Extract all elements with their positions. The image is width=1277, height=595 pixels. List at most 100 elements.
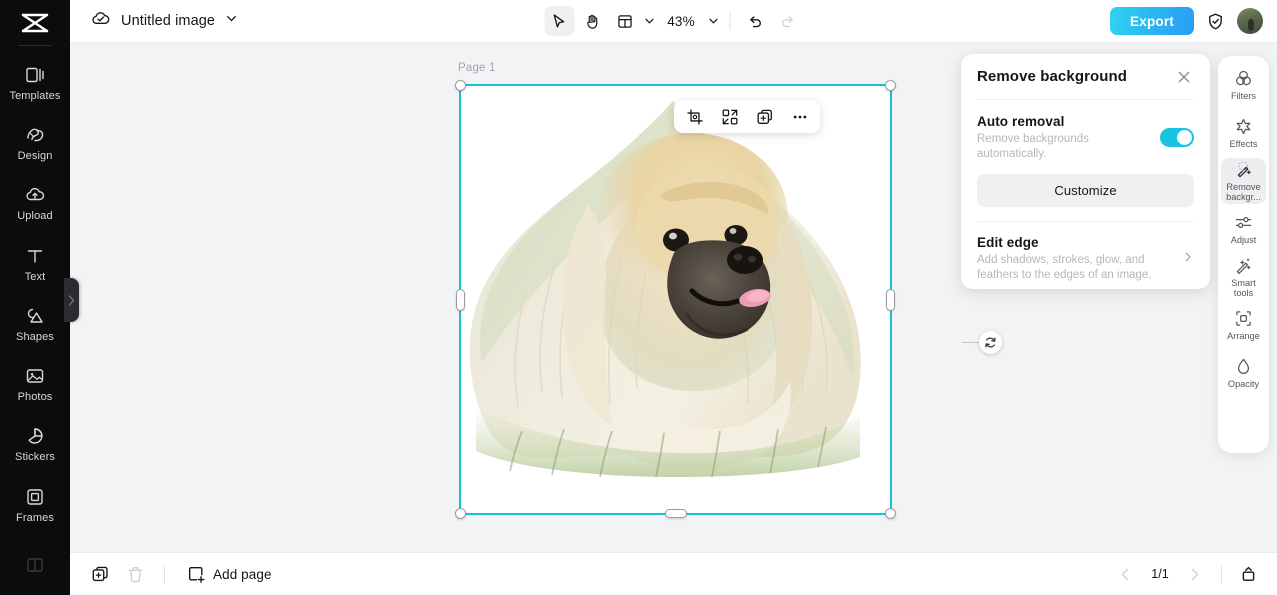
add-page-button[interactable]: Add page	[179, 560, 280, 589]
chevron-right-icon	[1182, 250, 1194, 268]
frames-icon	[24, 486, 46, 508]
next-page-button[interactable]	[1180, 560, 1209, 589]
rotate-icon	[985, 337, 996, 348]
redo-icon	[782, 15, 793, 27]
chevron-right-icon	[68, 294, 75, 306]
object-toolbar	[674, 100, 820, 133]
pages-panel-button[interactable]	[1234, 560, 1263, 589]
customize-button[interactable]: Customize	[977, 174, 1194, 207]
right-item-effects[interactable]: Effects	[1221, 110, 1266, 156]
document-title-group[interactable]: Untitled image	[90, 8, 238, 34]
sidebar-item-upload[interactable]: Upload	[0, 173, 70, 233]
dog-nose	[727, 246, 763, 274]
page-label: Page 1	[458, 62, 496, 74]
right-item-smart-tools[interactable]: Smart tools	[1221, 254, 1266, 300]
edit-edge-row[interactable]: Edit edge Add shadows, strokes, glow, an…	[977, 222, 1194, 283]
pages-panel-icon	[1242, 566, 1255, 581]
top-toolbar: Untitled image 43% Export	[70, 0, 1277, 43]
design-icon	[24, 124, 46, 146]
capcut-logo[interactable]	[13, 7, 57, 39]
user-avatar[interactable]	[1237, 8, 1263, 34]
resize-handle-top-left[interactable]	[455, 80, 466, 91]
crop-button[interactable]	[681, 103, 708, 130]
add-page-icon	[187, 565, 206, 584]
bottombar-right-group: 1/1	[1111, 560, 1263, 589]
document-title[interactable]: Untitled image	[121, 13, 215, 29]
bottom-toolbar: Add page 1/1	[70, 552, 1277, 595]
layout-chevron-down-icon[interactable]	[643, 15, 655, 27]
arrange-icon	[1234, 309, 1253, 328]
resize-handle-left[interactable]	[456, 288, 465, 311]
capcut-image-editor: Templates Design Upload Text Shapes Phot…	[0, 0, 1277, 595]
topbar-right-group: Export	[1110, 7, 1263, 35]
resize-handle-bottom[interactable]	[664, 509, 687, 518]
replace-button[interactable]	[716, 103, 743, 130]
trash-icon	[128, 566, 143, 582]
sidebar-item-shapes[interactable]: Shapes	[0, 294, 70, 354]
sidebar-label-text: Text	[24, 270, 46, 283]
auto-removal-toggle[interactable]	[1160, 128, 1194, 147]
resize-handle-top-right[interactable]	[885, 80, 896, 91]
auto-removal-section: Auto removal Remove backgrounds automati…	[977, 100, 1194, 207]
right-item-remove-background[interactable]: Remove backgr...	[1221, 158, 1266, 204]
add-page-label: Add page	[213, 566, 272, 582]
shapes-icon	[24, 305, 46, 327]
undo-icon	[750, 15, 761, 27]
sidebar-label-shapes: Shapes	[16, 330, 54, 343]
bottombar-divider-right	[1221, 565, 1222, 583]
sidebar-item-frames[interactable]: Frames	[0, 474, 70, 534]
remove-background-panel: Remove background Auto removal Remove ba…	[961, 54, 1210, 289]
rotate-handle[interactable]	[979, 331, 1002, 354]
hand-tool-button[interactable]	[577, 6, 607, 36]
crop-icon	[686, 108, 703, 125]
magic-wand-icon	[1234, 160, 1253, 179]
duplicate-button[interactable]	[751, 103, 778, 130]
right-item-adjust[interactable]: Adjust	[1221, 206, 1266, 252]
chevron-left-icon	[1121, 568, 1129, 580]
sidebar-item-photos[interactable]: Photos	[0, 354, 70, 414]
right-item-arrange[interactable]: Arrange	[1221, 302, 1266, 348]
sidebar-item-design[interactable]: Design	[0, 113, 70, 173]
resize-handle-right[interactable]	[886, 288, 895, 311]
zoom-chevron-down-icon[interactable]	[707, 15, 719, 27]
page-indicator: 1/1	[1151, 567, 1169, 581]
title-chevron-down-icon[interactable]	[225, 12, 238, 30]
sidebar-item-text[interactable]: Text	[0, 233, 70, 293]
right-item-filters[interactable]: Filters	[1221, 62, 1266, 108]
more-button[interactable]	[786, 103, 813, 130]
layout-tool-button[interactable]	[610, 6, 640, 36]
undo-button[interactable]	[740, 6, 770, 36]
smart-wand-icon	[1234, 256, 1253, 275]
zoom-level-value[interactable]: 43%	[664, 14, 698, 29]
sidebar-label-stickers: Stickers	[15, 451, 55, 464]
sidebar-collapse-handle[interactable]	[64, 278, 79, 322]
select-tool-button[interactable]	[544, 6, 574, 36]
templates-icon	[24, 64, 46, 86]
sidebar-label-frames: Frames	[16, 511, 54, 524]
resize-handle-bottom-left[interactable]	[455, 508, 466, 519]
previous-page-button[interactable]	[1111, 560, 1140, 589]
right-sidebar: Filters Effects Remove backgr... Adjust …	[1218, 56, 1269, 453]
cloud-saved-icon[interactable]	[90, 8, 111, 34]
right-item-opacity[interactable]: Opacity	[1221, 350, 1266, 396]
sidebar-item-templates[interactable]: Templates	[0, 53, 70, 113]
page-sheet[interactable]	[460, 85, 891, 514]
more-panels-icon	[24, 554, 46, 576]
close-icon[interactable]	[1174, 67, 1194, 87]
photos-icon	[24, 365, 46, 387]
sidebar-item-more[interactable]	[0, 535, 70, 595]
sidebar-item-stickers[interactable]: Stickers	[0, 414, 70, 474]
right-label-effects: Effects	[1229, 139, 1258, 149]
export-button[interactable]: Export	[1110, 7, 1194, 35]
filters-icon	[1234, 69, 1253, 88]
edit-edge-description: Add shadows, strokes, glow, and feathers…	[977, 254, 1152, 281]
shield-check-icon[interactable]	[1206, 12, 1225, 31]
rail-divider	[18, 44, 52, 46]
delete-page-button[interactable]	[121, 560, 150, 589]
resize-handle-bottom-right[interactable]	[885, 508, 896, 519]
redo-button[interactable]	[773, 6, 803, 36]
pekingese-dog-image[interactable]	[460, 85, 891, 514]
cursor-arrow-icon	[553, 13, 565, 27]
chevron-right-icon	[1191, 568, 1199, 580]
duplicate-page-button[interactable]	[86, 560, 115, 589]
